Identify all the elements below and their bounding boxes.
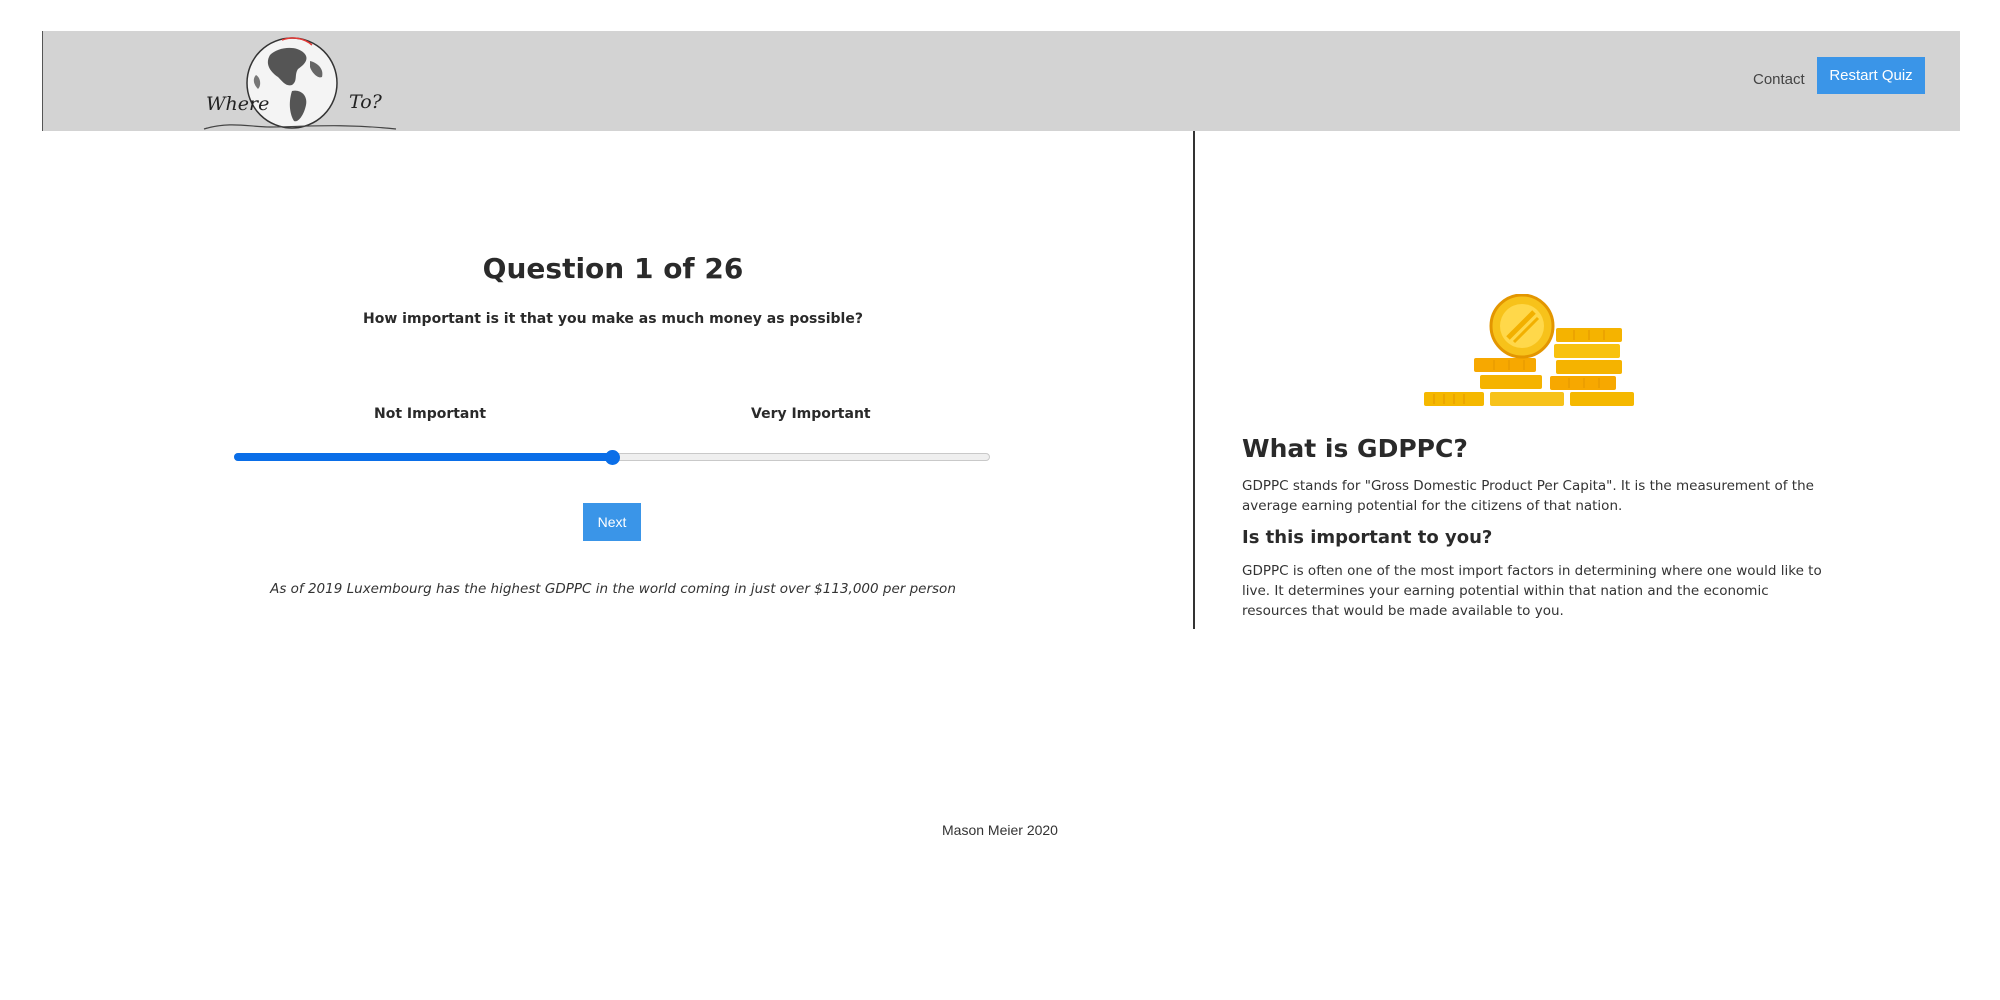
panel-divider — [1193, 131, 1195, 629]
slider-fill — [234, 453, 612, 461]
globe-logo-icon — [203, 37, 397, 130]
site-header: Where To? Contact Restart Quiz — [42, 31, 1960, 131]
scale-max-label: Very Important — [751, 406, 871, 422]
question-text: How important is it that you make as muc… — [363, 311, 863, 327]
logo-where-text: Where — [206, 93, 270, 115]
info-title: What is GDPPC? — [1242, 434, 1468, 463]
scale-min-label: Not Important — [374, 406, 487, 422]
footer-credit: Mason Meier 2020 — [942, 822, 1058, 838]
question-title: Question 1 of 26 — [482, 252, 744, 285]
gold-coins-icon — [1424, 294, 1634, 406]
restart-quiz-button[interactable]: Restart Quiz — [1817, 57, 1925, 94]
info-importance: GDPPC is often one of the most import fa… — [1242, 563, 1822, 619]
contact-link[interactable]: Contact — [1753, 71, 1805, 88]
logo-to-text: To? — [349, 91, 382, 113]
slider-thumb[interactable] — [605, 450, 620, 465]
where-to-logo[interactable]: Where To? — [200, 35, 400, 131]
info-subtitle: Is this important to you? — [1242, 527, 1493, 548]
next-button[interactable]: Next — [583, 503, 641, 541]
fun-fact: As of 2019 Luxembourg has the highest GD… — [270, 581, 956, 597]
importance-slider[interactable] — [234, 450, 990, 465]
info-definition: GDPPC stands for "Gross Domestic Product… — [1242, 478, 1814, 514]
